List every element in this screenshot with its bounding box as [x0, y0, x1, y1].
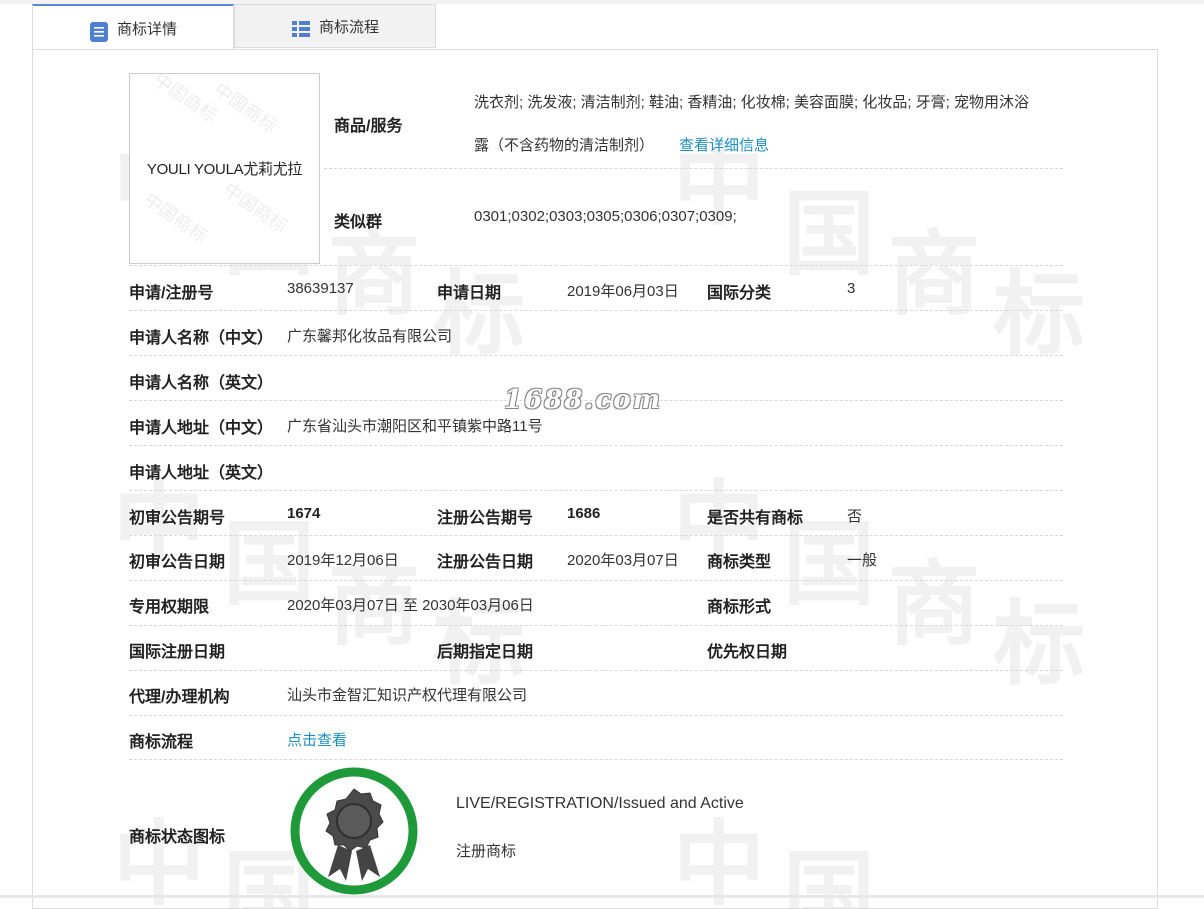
- tab-trademark-details[interactable]: 商标详情: [32, 4, 234, 50]
- tab-trademark-flow[interactable]: 商标流程: [234, 4, 436, 48]
- bg-watermark: 国: [783, 180, 876, 288]
- trademark-logo-text: YOULI YOULA尤莉尤拉: [146, 161, 303, 178]
- applicant-cn-label: 申请人名称（中文）: [129, 330, 274, 347]
- tm-type-label: 商标类型: [707, 554, 772, 571]
- site-watermark: 1688.com: [504, 385, 663, 415]
- divider: [129, 715, 1063, 716]
- prelim-notice-date-label: 初审公告日期: [129, 554, 226, 571]
- similar-group-label: 类似群: [334, 214, 383, 231]
- intl-reg-date-label: 国际注册日期: [129, 644, 226, 661]
- bg-watermark: 商: [888, 220, 981, 328]
- divider: [129, 355, 1063, 356]
- reg-notice-no-label: 注册公告期号: [437, 510, 534, 527]
- reg-notice-no-value: 1686: [567, 505, 601, 522]
- goods-value-line2: 露（不含药物的清洁制剂）: [474, 137, 655, 154]
- bg-watermark: 标: [993, 260, 1086, 368]
- prelim-notice-no-label: 初审公告期号: [129, 510, 226, 527]
- grid-list-icon: [292, 21, 310, 37]
- priority-date-label: 优先权日期: [707, 644, 788, 661]
- divider: [129, 265, 1063, 266]
- intl-class-value: 3: [847, 280, 856, 297]
- goods-value-line1: 洗衣剂; 洗发液; 清洁制剂; 鞋油; 香精油; 化妆棉; 美容面膜; 化妆品;…: [474, 94, 1030, 111]
- status-icon-label: 商标状态图标: [129, 829, 226, 846]
- agent-value: 汕头市金智汇知识产权代理有限公司: [287, 687, 528, 704]
- exclusive-period-label: 专用权期限: [129, 599, 210, 616]
- apply-date-value: 2019年06月03日: [567, 283, 679, 300]
- divider: [129, 310, 1063, 311]
- divider: [324, 168, 1063, 169]
- divider: [129, 670, 1063, 671]
- divider: [129, 580, 1063, 581]
- tm-flow-label: 商标流程: [129, 734, 194, 751]
- trademark-logo-image: 中国商标 中国商标 中国商标 中国商标 YOULI YOULA尤莉尤拉: [129, 73, 320, 264]
- bg-watermark: 标: [433, 260, 526, 368]
- address-cn-value: 广东省汕头市潮阳区和平镇紫中路11号: [287, 418, 543, 435]
- status-en: LIVE/REGISTRATION/Issued and Active: [456, 795, 744, 812]
- prelim-notice-no-value: 1674: [287, 505, 321, 522]
- view-details-link[interactable]: 查看详细信息: [679, 134, 769, 155]
- tab-label: 商标流程: [319, 18, 380, 36]
- address-cn-label: 申请人地址（中文）: [129, 420, 274, 437]
- intl-class-label: 国际分类: [707, 285, 772, 302]
- reg-notice-date-value: 2020年03月07日: [567, 552, 679, 569]
- view-flow-link[interactable]: 点击查看: [287, 729, 347, 750]
- detail-panel: 中 国 商 标 中 国 商 标 中 国 商 标 中 国 商 标 中 国 中 国 …: [32, 49, 1158, 909]
- tm-form-label: 商标形式: [707, 599, 772, 616]
- divider: [129, 759, 1063, 760]
- bg-watermark: 商: [888, 550, 981, 658]
- reg-notice-date-label: 注册公告日期: [437, 554, 534, 571]
- exclusive-period-value: 2020年03月07日 至 2030年03月06日: [287, 597, 534, 614]
- shared-tm-label: 是否共有商标: [707, 510, 804, 527]
- similar-group-value: 0301;0302;0303;0305;0306;0307;0309;: [474, 208, 737, 225]
- divider: [129, 445, 1063, 446]
- registered-seal-icon: [290, 767, 418, 895]
- address-en-label: 申请人地址（英文）: [129, 465, 274, 482]
- applicant-cn-value: 广东馨邦化妆品有限公司: [287, 328, 453, 345]
- applicant-en-label: 申请人名称（英文）: [129, 375, 274, 392]
- shared-tm-value: 否: [847, 508, 863, 525]
- divider: [129, 625, 1063, 626]
- reg-no-label: 申请/注册号: [129, 285, 214, 302]
- later-designation-date-label: 后期指定日期: [437, 644, 534, 661]
- list-doc-icon: [90, 22, 108, 42]
- divider: [129, 490, 1063, 491]
- bg-watermark: 中: [113, 810, 206, 909]
- status-cn: 注册商标: [456, 843, 517, 860]
- divider: [129, 535, 1063, 536]
- reg-no-value: 38639137: [287, 280, 354, 297]
- agent-label: 代理/办理机构: [129, 689, 230, 706]
- tm-type-value: 一般: [847, 552, 878, 569]
- prelim-notice-date-value: 2019年12月06日: [287, 552, 399, 569]
- apply-date-label: 申请日期: [437, 285, 502, 302]
- goods-label: 商品/服务: [334, 118, 403, 135]
- bg-watermark: 标: [993, 590, 1086, 698]
- tab-label: 商标详情: [117, 20, 178, 38]
